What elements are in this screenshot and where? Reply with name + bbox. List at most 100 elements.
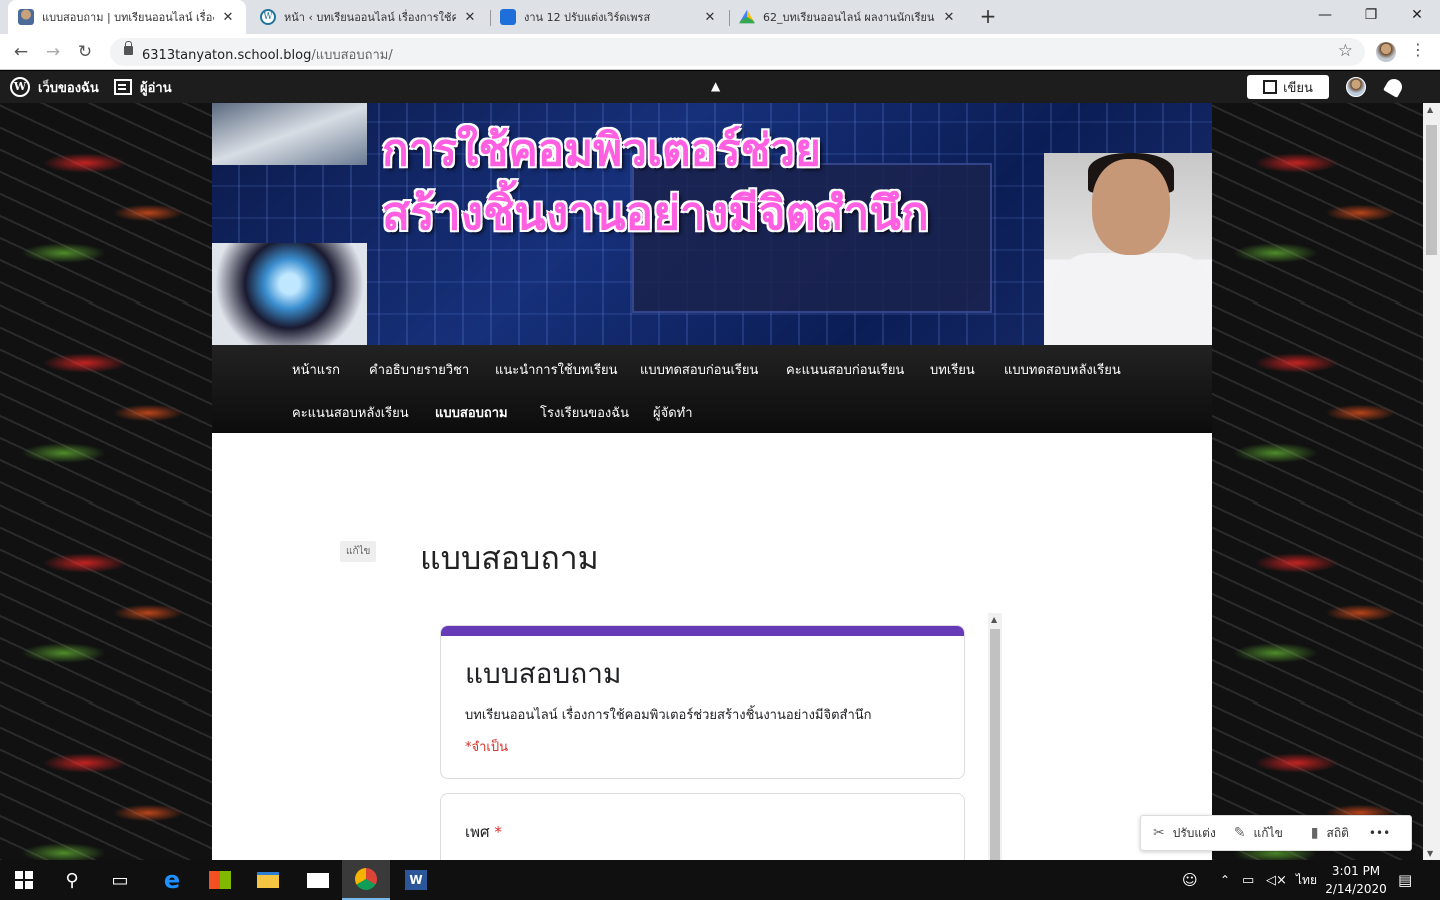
back-button[interactable]: ←	[8, 40, 34, 64]
pencil-icon: ✎	[1233, 825, 1246, 841]
classroom-icon	[500, 9, 516, 25]
nav-item-pretest[interactable]: แบบทดสอบก่อนเรียน	[640, 359, 758, 380]
edit-page-button[interactable]: แก้ไข	[340, 541, 377, 562]
volume-muted-icon[interactable]: ◁×	[1266, 860, 1287, 900]
browser-tab-strip: แบบสอบถาม | บทเรียนออนไลน์ เรื่องกา ✕ W …	[0, 0, 1440, 34]
form-accent-bar	[441, 626, 964, 636]
network-icon[interactable]: ▭	[1242, 860, 1254, 900]
write-button[interactable]: เขียน	[1247, 75, 1329, 99]
tab-google-drive[interactable]: 62_บทเรียนออนไลน์ ผลงานนักเรียน (ก ✕	[729, 0, 967, 34]
mail-icon[interactable]	[294, 860, 342, 900]
restore-button[interactable]: ❐	[1348, 0, 1394, 30]
people-icon[interactable]: ☺	[1182, 860, 1198, 900]
nav-item-posttest-scores[interactable]: คะแนนสอบหลังเรียน	[292, 402, 409, 423]
language-indicator[interactable]: ไทย	[1296, 860, 1317, 900]
reader-icon	[114, 79, 132, 95]
bookmark-star-icon[interactable]: ☆	[1338, 41, 1353, 61]
profile-avatar[interactable]	[1376, 42, 1396, 62]
word-icon[interactable]: W	[392, 860, 440, 900]
nav-item-course-description[interactable]: คำอธิบายรายวิชา	[369, 359, 469, 380]
file-explorer-icon[interactable]	[244, 860, 292, 900]
nav-item-pretest-scores[interactable]: คะแนนสอบก่อนเรียน	[786, 359, 904, 380]
drive-icon	[739, 9, 755, 24]
my-site-menu[interactable]: W เว็บของฉัน	[10, 71, 99, 103]
reader-menu[interactable]: ผู้อ่าน	[114, 71, 172, 103]
header-banner-image[interactable]: การใช้คอมพิวเตอร์ช่วย สร้างชิ้นงานอย่างม…	[212, 103, 1212, 345]
windows-taskbar: ⚲ ▭ e W ☺ ⌃ ▭ ◁× ไทย 3:01 PM 2/14/2020 ▤	[0, 860, 1440, 900]
forward-button[interactable]: →	[40, 40, 66, 64]
search-icon[interactable]: ⚲	[48, 860, 96, 900]
my-site-label: เว็บของฉัน	[38, 80, 99, 96]
tools-icon: ✂	[1153, 825, 1165, 841]
close-icon[interactable]: ✕	[702, 10, 718, 25]
form-required-note: *จำเป็น	[465, 740, 508, 755]
action-center-icon[interactable]: ▤	[1398, 860, 1412, 900]
url-text[interactable]: 6313tanyaton.school.blog/แบบสอบถาม/	[142, 44, 393, 65]
wp-action-bar: ✂ ปรับแต่ง ✎ แก้ไข ▮ สถิติ •••	[1140, 815, 1412, 851]
new-post-icon	[1263, 80, 1278, 94]
reader-label: ผู้อ่าน	[140, 80, 172, 96]
page-title: แบบสอบถาม	[420, 539, 599, 577]
banner-title-line2: สร้างชิ้นงานอย่างมีจิตสำนึก	[382, 186, 929, 240]
reload-button[interactable]: ↻	[72, 40, 98, 64]
start-button[interactable]	[0, 860, 48, 900]
edit-action[interactable]: ✎ แก้ไข	[1234, 824, 1283, 843]
tab-title: งาน 12 ปรับแต่งเวิร์ดเพรส	[524, 11, 651, 24]
form-title: แบบสอบถาม	[465, 657, 622, 690]
more-icon[interactable]: •••	[1369, 826, 1390, 840]
windows-logo-icon	[15, 871, 33, 889]
embedded-google-form: แบบสอบถาม บทเรียนออนไลน์ เรื่องการใช้คอม…	[440, 613, 1002, 860]
nav-item-posttest[interactable]: แบบทดสอบหลังเรียน	[1004, 359, 1121, 380]
edge-icon[interactable]: e	[148, 860, 196, 900]
tab-questionnaire[interactable]: แบบสอบถาม | บทเรียนออนไลน์ เรื่องกา ✕	[8, 0, 246, 34]
nav-item-home[interactable]: หน้าแรก	[292, 359, 340, 380]
task-view-icon[interactable]: ▭	[96, 860, 144, 900]
nav-item-my-school[interactable]: โรงเรียนของฉัน	[540, 402, 629, 423]
tab-wordpress-pages[interactable]: W หน้า ‹ บทเรียนออนไลน์ เรื่องการใช้คอม …	[250, 0, 488, 34]
collapse-toolbar-icon[interactable]: ▲	[711, 79, 720, 93]
nav-item-lessons[interactable]: บทเรียน	[930, 359, 975, 380]
tech-hand-image	[212, 103, 367, 165]
notifications-bell-icon[interactable]	[1383, 76, 1405, 98]
tab-classroom-assignment[interactable]: งาน 12 ปรับแต่งเวิร์ดเพรส ✕	[490, 0, 728, 34]
stats-action[interactable]: ▮ สถิติ	[1311, 824, 1349, 843]
nav-item-questionnaire[interactable]: แบบสอบถาม	[435, 402, 508, 423]
minimize-button[interactable]: —	[1302, 0, 1348, 30]
clock-date: 2/14/2020	[1325, 882, 1387, 896]
close-window-button[interactable]: ✕	[1394, 0, 1440, 30]
new-tab-button[interactable]: +	[976, 4, 1000, 28]
question-label: เพศ *	[465, 820, 502, 844]
store-icon[interactable]	[196, 860, 244, 900]
chrome-icon[interactable]	[342, 860, 390, 900]
page-scrollbar[interactable]: ▲ ▼	[1423, 103, 1440, 860]
form-description: บทเรียนออนไลน์ เรื่องการใช้คอมพิวเตอร์ช่…	[465, 708, 872, 723]
url-path: /แบบสอบถาม/	[311, 48, 393, 63]
stats-label: สถิติ	[1326, 825, 1349, 840]
wordpress-icon: W	[260, 9, 276, 25]
browser-menu-icon[interactable]: ⋮	[1410, 40, 1426, 59]
question-text: เพศ	[465, 823, 490, 841]
required-marker: *	[494, 823, 502, 841]
tab-title: 62_บทเรียนออนไลน์ ผลงานนักเรียน (ก	[763, 11, 935, 24]
nav-item-author[interactable]: ผู้จัดทำ	[653, 402, 693, 423]
customize-label: ปรับแต่ง	[1172, 825, 1216, 840]
edit-label: แก้ไข	[1253, 825, 1283, 840]
main-navigation: หน้าแรก คำอธิบายรายวิชา แนะนำการใช้บทเรี…	[212, 345, 1212, 433]
clock-time: 3:01 PM	[1331, 864, 1381, 878]
nav-item-lesson-guide[interactable]: แนะนำการใช้บทเรียน	[495, 359, 618, 380]
form-header-card: แบบสอบถาม บทเรียนออนไลน์ เรื่องการใช้คอม…	[440, 625, 965, 779]
close-icon[interactable]: ✕	[941, 10, 957, 25]
bar-chart-icon: ▮	[1310, 825, 1319, 841]
address-bar[interactable]: 6313tanyaton.school.blog/แบบสอบถาม/ ☆	[110, 38, 1365, 66]
customize-action[interactable]: ✂ ปรับแต่ง	[1153, 824, 1216, 843]
system-clock[interactable]: 3:01 PM 2/14/2020	[1322, 862, 1390, 898]
user-avatar[interactable]	[1346, 77, 1366, 97]
globe-hand-image	[212, 243, 367, 345]
close-icon[interactable]: ✕	[462, 10, 478, 25]
tab-title: หน้า ‹ บทเรียนออนไลน์ เรื่องการใช้คอม	[284, 11, 456, 24]
wordpress-icon: W	[10, 77, 30, 97]
close-icon[interactable]: ✕	[220, 10, 236, 25]
show-hidden-icons-icon[interactable]: ⌃	[1220, 860, 1230, 900]
form-scrollbar[interactable]: ▲	[988, 613, 1002, 860]
write-label: เขียน	[1283, 80, 1313, 96]
